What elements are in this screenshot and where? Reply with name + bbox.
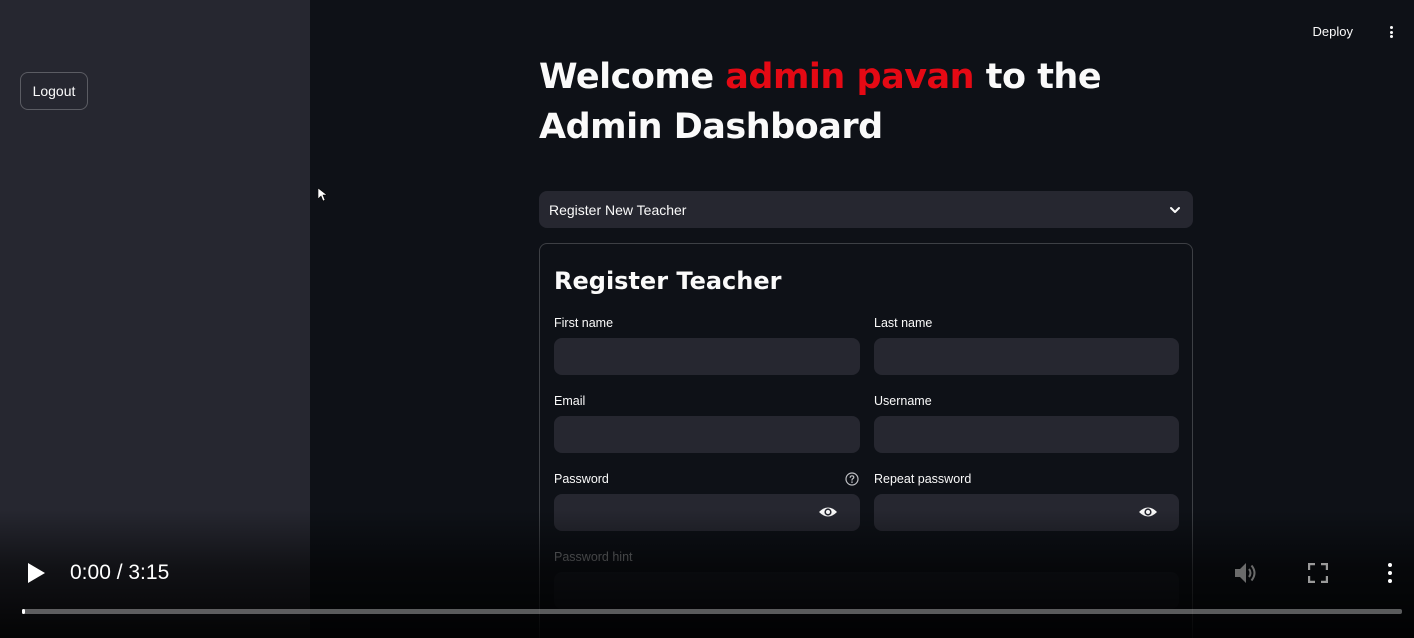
deploy-button[interactable]: Deploy [1313, 24, 1353, 39]
logout-button[interactable]: Logout [20, 72, 88, 110]
email-label: Email [554, 394, 586, 408]
video-progress-bar[interactable] [22, 609, 1402, 614]
video-more-options-icon[interactable] [1385, 562, 1395, 584]
show-password-eye-icon[interactable] [818, 502, 838, 522]
register-form: Register Teacher First name Last name Em… [539, 243, 1193, 638]
email-field[interactable] [554, 416, 860, 453]
form-title: Register Teacher [554, 267, 782, 295]
video-progress-fill [22, 609, 25, 614]
sidebar: Logout [0, 0, 310, 638]
page-title: Welcome admin pavan to the Admin Dashboa… [539, 52, 1219, 152]
title-prefix: Welcome [539, 57, 726, 97]
password-hint-field[interactable] [554, 572, 1179, 609]
video-time: 0:00 / 3:15 [70, 561, 170, 584]
first-name-label: First name [554, 316, 614, 330]
password-field[interactable] [554, 494, 860, 531]
username-label: Username [874, 394, 932, 408]
chevron-down-icon [1170, 206, 1180, 213]
volume-icon[interactable] [1233, 561, 1259, 585]
main-menu-icon[interactable] [1386, 24, 1396, 40]
last-name-label: Last name [874, 316, 933, 330]
admin-name: admin pavan [725, 57, 975, 97]
play-icon[interactable] [26, 562, 46, 584]
help-icon[interactable] [845, 472, 859, 486]
repeat-password-label: Repeat password [874, 472, 972, 486]
register-teacher-expander[interactable]: Register New Teacher [539, 191, 1193, 228]
repeat-password-field[interactable] [874, 494, 1179, 531]
password-hint-label: Password hint [554, 550, 633, 564]
first-name-field[interactable] [554, 338, 860, 375]
expander-label: Register New Teacher [549, 201, 687, 218]
last-name-field[interactable] [874, 338, 1179, 375]
fullscreen-icon[interactable] [1308, 563, 1328, 583]
password-label: Password [554, 472, 609, 486]
username-field[interactable] [874, 416, 1179, 453]
show-repeat-password-eye-icon[interactable] [1138, 502, 1158, 522]
